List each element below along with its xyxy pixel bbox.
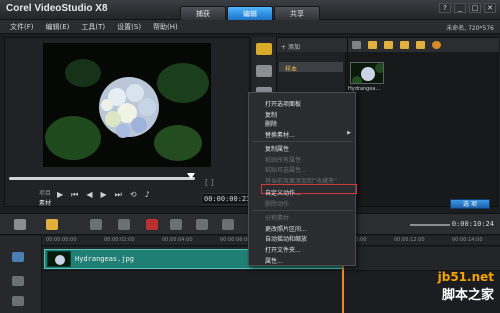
context-menu-item[interactable]: 打开选项面板 [265,99,301,108]
tab-share[interactable]: 共享 [274,6,320,20]
folder-sample[interactable]: 样本 [279,62,343,73]
preview-screen [43,43,211,167]
volume-icon[interactable]: ♪ [145,190,150,200]
context-menu-item: 分割素材 [265,215,290,222]
menu-separator [253,210,353,211]
skip-start-icon[interactable]: ⏮ [71,190,78,200]
watermark: jb51.net 脚本之家 [438,270,494,303]
browse-icon[interactable] [432,41,441,49]
menu-help[interactable]: 帮助(H) [153,22,178,32]
ruler-tick-label: 00:00:04:00 [162,237,193,243]
context-menu: 打开选项面板 复制 删除替换素材... ▶ 复制属性粘贴所有属性 粘贴可选属性... 将当前… [248,92,357,266]
menu: 文件(F) 编辑(E) 工具(T) 设置(S) 帮助(H) [10,22,178,32]
menu-edit[interactable]: 编辑(E) [46,22,70,32]
project-mode-label[interactable]: 项目 [39,188,51,197]
title-track-icon[interactable] [12,296,24,306]
context-menu-item[interactable]: 复制属性 [265,144,289,153]
context-menu-item[interactable]: 自定义动作... [265,188,301,197]
preview-panel: 项目 素材 ▶ ⏮ ◀ ▶ ⏭ ⟲ ♪ [ ] 00:00:00:23 [4,37,254,207]
redo-icon[interactable] [118,219,130,230]
options-button[interactable]: 选 项 [450,199,490,209]
menu-bar: 文件(F) 编辑(E) 工具(T) 设置(S) 帮助(H) 未命名, 720*5… [0,20,500,34]
show-photo-icon[interactable] [384,41,393,49]
menu-file[interactable]: 文件(F) [10,22,34,32]
play-icon[interactable]: ▶ [57,190,63,200]
repeat-icon[interactable]: ⟲ [130,190,137,200]
add-folder-button[interactable]: + 添加 [281,42,300,51]
menu-settings[interactable]: 设置(S) [117,22,141,32]
ruler-tick-label: 00:00:02:00 [104,237,135,243]
step-forward-icon[interactable]: ▶ [101,190,107,200]
music-icon[interactable] [416,41,425,49]
video-track-icon[interactable] [12,252,24,262]
clip-thumbnail-image [48,252,70,266]
mode-tabs: 捕获 编辑 共享 [180,6,321,20]
context-menu-item: 删除动作 [265,201,290,208]
storyboard-view-icon[interactable] [14,219,26,230]
folder-icon[interactable] [352,41,361,49]
track-manager-icon[interactable] [46,219,58,230]
show-audio-icon[interactable] [400,41,409,49]
project-name: 未命名, 720*576 [446,25,494,32]
context-menu-item: 粘贴可选属性... [265,167,307,174]
step-back-icon[interactable]: ◀ [86,190,92,200]
minimize-button[interactable]: _ [454,3,466,13]
tab-capture[interactable]: 捕获 [180,6,226,20]
track-headers [0,236,42,313]
add-label: 添加 [287,44,300,51]
help-button[interactable]: ? [439,3,451,13]
library-folder-header: + 添加 [277,38,347,52]
zoom-slider[interactable] [410,224,450,226]
hydrangea-image [43,43,211,167]
ruler-tick-label: 00:00:14:00 [452,237,483,243]
context-menu-item[interactable]: 替换素材... [265,130,295,139]
app-title: Corel VideoStudio X8 [6,3,108,14]
menu-separator [253,141,353,142]
skip-end-icon[interactable]: ⏭ [115,190,122,200]
window-controls: ? _ □ ✕ [439,3,496,13]
ruler-tick-label: 00:00:06:00 [220,237,251,243]
clip-thumbnail [47,251,71,267]
transport-controls: ▶ ⏮ ◀ ▶ ⏭ ⟲ ♪ [57,190,150,200]
context-menu-item[interactable]: 更改照片区间... [265,224,307,233]
overlay-track-icon[interactable] [12,276,24,286]
watermark-site: jb51.net [437,270,494,284]
close-button[interactable]: ✕ [484,3,496,13]
preview-scrubber[interactable] [9,177,195,180]
mixer-icon[interactable] [170,219,182,230]
clip-mode-label[interactable]: 素材 [39,198,51,207]
title-bar: Corel VideoStudio X8 捕获 编辑 共享 ? _ □ ✕ [0,0,500,20]
instant-project-icon[interactable] [256,65,272,77]
menu-tools[interactable]: 工具(T) [81,22,105,32]
record-icon[interactable] [146,219,158,230]
library-toolbar [348,38,499,52]
motion-track-icon[interactable] [222,219,234,230]
context-menu-item[interactable]: 属性... [265,256,283,265]
ruler-tick-label: 00:00:00:00 [46,237,77,243]
thumbnail-image [351,63,383,83]
context-menu-item[interactable]: 自动摇动和缩放 [265,234,307,243]
scrubber-handle[interactable] [187,173,196,179]
library-content-panel: Hydrangea... [347,37,499,207]
context-menu-item[interactable]: 打开文件夹... [265,245,301,254]
maximize-button[interactable]: □ [469,3,481,13]
context-menu-item: 将当前效果添加到“收藏夹” [265,178,338,185]
media-thumbnail[interactable] [350,62,384,84]
media-icon[interactable] [256,43,272,55]
show-video-icon[interactable] [368,41,377,49]
ruler-tick-label: 00:00:12:00 [394,237,425,243]
context-menu-item[interactable]: 删除 [265,119,277,128]
trim-marker-icons[interactable]: [ ] [205,178,214,187]
context-menu-item: 粘贴所有属性 [265,157,302,164]
undo-icon[interactable] [90,219,102,230]
submenu-arrow-icon: ▶ [347,130,351,136]
timeline-timecode: 0:00:10:24 [451,220,494,228]
clip-name: Hydrangeas.jpg [75,255,135,263]
preview-timecode[interactable]: 00:00:00:23 [201,193,254,205]
watermark-brand: 脚本之家 [441,288,494,303]
tab-edit[interactable]: 编辑 [227,6,273,20]
context-menu-item[interactable]: 复制 [265,110,277,119]
auto-music-icon[interactable] [196,219,208,230]
